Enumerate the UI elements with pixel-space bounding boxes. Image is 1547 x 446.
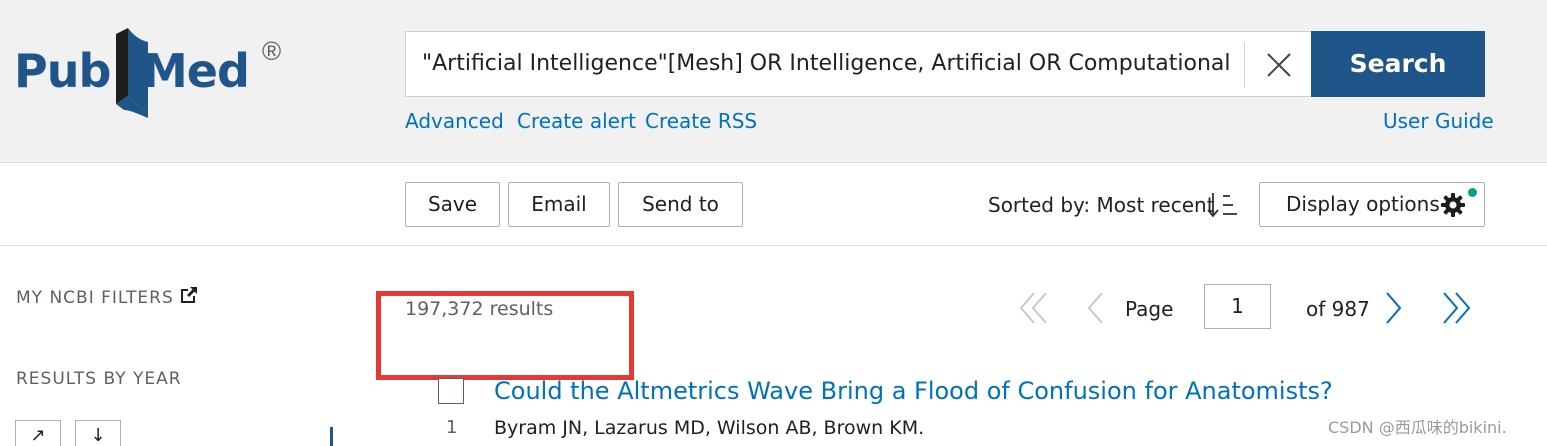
- search-divider: [1244, 42, 1245, 88]
- search-input[interactable]: "Artificial Intelligence"[Mesh] OR Intel…: [422, 32, 1237, 96]
- previous-page-icon[interactable]: [1085, 291, 1105, 325]
- first-page-icon[interactable]: [1018, 291, 1050, 325]
- results-by-year-label: RESULTS BY YEAR: [16, 369, 182, 389]
- last-page-icon[interactable]: [1440, 291, 1472, 325]
- advanced-link[interactable]: Advanced: [405, 107, 504, 135]
- search-button[interactable]: Search: [1311, 31, 1485, 97]
- timeline-bar: [330, 427, 333, 446]
- total-pages-label: of 987: [1306, 297, 1370, 321]
- download-timeline-button[interactable]: ↓: [75, 420, 121, 446]
- close-icon: [1267, 53, 1291, 77]
- result-title-link[interactable]: Could the Altmetrics Wave Bring a Flood …: [494, 375, 1333, 407]
- external-link-icon[interactable]: [179, 285, 199, 305]
- next-page-icon[interactable]: [1384, 291, 1404, 325]
- display-options-indicator: [1468, 188, 1477, 197]
- registered-mark: ®: [262, 36, 282, 66]
- result-checkbox[interactable]: [438, 378, 464, 404]
- result-number: 1: [446, 417, 458, 438]
- my-ncbi-filters-label: MY NCBI FILTERS: [16, 288, 174, 308]
- watermark: CSDN @西瓜味的bikini.: [1328, 418, 1507, 437]
- clear-search-button[interactable]: [1248, 32, 1310, 96]
- results-toolbar: Save Email Send to Sorted by: Most recen…: [0, 164, 1547, 246]
- page-label: Page: [1125, 297, 1174, 321]
- download-icon: ↓: [90, 425, 106, 446]
- email-button[interactable]: Email: [508, 182, 610, 227]
- display-options-button[interactable]: Display options: [1259, 182, 1485, 227]
- logo-text-med: Med: [142, 44, 250, 98]
- search-box: "Artificial Intelligence"[Mesh] OR Intel…: [405, 31, 1311, 97]
- save-button[interactable]: Save: [405, 182, 500, 227]
- expand-timeline-button[interactable]: ↗: [15, 420, 61, 446]
- result-authors: Byram JN, Lazarus MD, Wilson AB, Brown K…: [494, 417, 925, 439]
- results-count: 197,372 results: [405, 298, 554, 320]
- sort-order-icon[interactable]: [1206, 191, 1240, 219]
- gear-icon: [1441, 193, 1465, 217]
- display-options-label: Display options: [1286, 192, 1440, 216]
- expand-icon: ↗: [30, 425, 46, 446]
- create-rss-link[interactable]: Create RSS: [645, 107, 757, 135]
- create-alert-link[interactable]: Create alert: [517, 107, 636, 135]
- sorted-by-label[interactable]: Sorted by: Most recent: [988, 192, 1215, 218]
- user-guide-link[interactable]: User Guide: [1383, 107, 1494, 135]
- pubmed-logo[interactable]: Pub Med ®: [14, 26, 294, 121]
- header: Pub Med ® "Artificial Intelligence"[Mesh…: [0, 0, 1547, 163]
- logo-text-pub: Pub: [14, 44, 111, 98]
- page-number-input[interactable]: 1: [1204, 284, 1271, 329]
- send-to-button[interactable]: Send to: [618, 182, 743, 227]
